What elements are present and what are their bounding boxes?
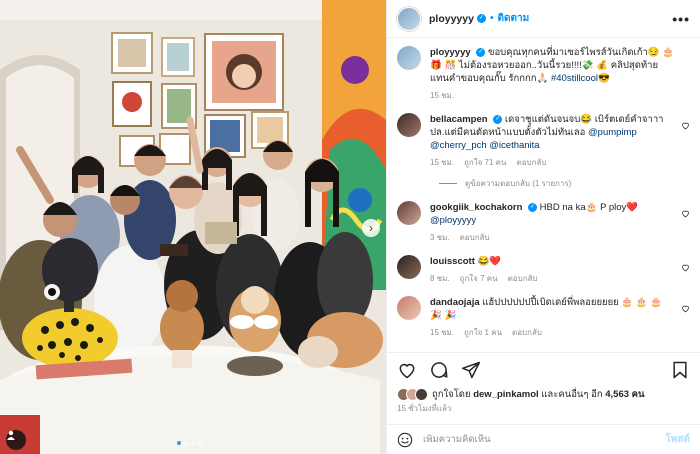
likes-prefix: ถูกใจโดย — [432, 389, 474, 400]
comment-likes[interactable]: ถูกใจ 1 คน — [464, 326, 502, 339]
comment-item: gookgiik_kochakorn ✓ HBD na ka🎂 P ploy❤️… — [397, 201, 690, 244]
comment-item: louisscott 😂❤️ 8 ชม. ถูกใจ 7 คน ตอบกลับ — [397, 255, 690, 285]
chevron-right-icon: › — [369, 221, 373, 235]
comment-likes[interactable]: ถูกใจ 71 คน — [464, 156, 506, 169]
reply-button[interactable]: ตอบกลับ — [508, 272, 538, 285]
add-comment-input[interactable] — [423, 434, 666, 445]
mention-link[interactable]: @cherry_pch — [430, 140, 487, 151]
carousel-dot — [198, 441, 202, 445]
comment-username[interactable]: bellacampen — [430, 114, 488, 125]
avatar[interactable] — [397, 255, 421, 279]
heart-icon[interactable] — [681, 121, 690, 130]
comment-item: bellacampen ✓ เดจาชูแต่ดันจนจบ😂 เบิร์ตเด… — [397, 113, 690, 169]
header-separator: • — [489, 13, 494, 24]
liked-by-user[interactable]: dew_pinkamol — [473, 389, 538, 400]
heart-icon[interactable] — [397, 360, 417, 380]
reply-button[interactable]: ตอบกลับ — [460, 231, 490, 244]
verified-icon: ✓ — [528, 202, 538, 212]
post-comment-button[interactable]: โพสต์ — [665, 432, 690, 447]
hashtag-link[interactable]: #40stillcool — [551, 73, 598, 84]
mention-link[interactable]: @ployyyyy — [430, 215, 476, 226]
comment-time: 15 ชม. — [430, 328, 455, 337]
tagged-users-button[interactable] — [6, 430, 26, 450]
comment-text: HBD na ka🎂 P ploy❤️ — [539, 202, 639, 213]
comment-time: 3 ชม. — [430, 233, 450, 242]
reply-button[interactable]: ตอบกลับ — [517, 156, 547, 169]
avatar — [415, 388, 428, 401]
carousel-dot — [191, 441, 195, 445]
verified-icon: ✓ — [493, 114, 503, 124]
comment-item: dandaojaja แฮ้ปปปปปปปี้เบิดเดย์พี่พลอยยย… — [397, 296, 690, 339]
verified-icon: ✓ — [476, 14, 486, 23]
bookmark-icon[interactable] — [670, 360, 690, 380]
avatar[interactable] — [397, 113, 421, 137]
reply-button[interactable]: ตอบกลับ — [512, 326, 542, 339]
likes-count[interactable]: 4,563 คน — [605, 389, 644, 400]
comment-icon[interactable] — [429, 360, 449, 380]
add-comment-bar: โพสต์ — [387, 424, 700, 454]
caption: ployyyyy ✓ ขอบคุณทุกคนที่มาเซอร์ไพรส์วัน… — [397, 46, 690, 102]
mention-link[interactable]: @pumpimp — [588, 127, 637, 138]
comments-list[interactable]: ployyyyy ✓ ขอบคุณทุกคนที่มาเซอร์ไพรส์วัน… — [387, 38, 700, 352]
post-photo[interactable]: › — [0, 0, 386, 454]
carousel-dot — [177, 441, 181, 445]
carousel-dot — [184, 441, 188, 445]
comment-text: 😂❤️ — [477, 256, 502, 267]
comment-username[interactable]: louisscott — [430, 256, 475, 267]
comment-username[interactable]: dandaojaja — [430, 297, 480, 308]
avatar[interactable] — [397, 6, 421, 31]
follow-button[interactable]: ติดตาม — [497, 11, 529, 26]
share-icon[interactable] — [461, 360, 481, 380]
view-replies-label: ดูข้อความตอบกลับ (1 รายการ) — [465, 179, 572, 188]
author-username[interactable]: ployyyyy — [429, 13, 474, 25]
mention-link[interactable]: @icethanita — [489, 140, 539, 151]
divider — [439, 183, 457, 184]
post-time-ago: 15 ชั่วโมงที่แล้ว — [397, 404, 452, 413]
heart-icon[interactable] — [681, 304, 690, 313]
post-side-panel: ployyyyy ✓ • ติดตาม ••• ployyyyy ✓ ขอบคุ… — [386, 0, 700, 454]
more-options-icon[interactable]: ••• — [672, 11, 690, 27]
comment-likes[interactable]: ถูกใจ 7 คน — [460, 272, 498, 285]
comment-time: 15 ชม. — [430, 158, 455, 167]
likes-summary: ถูกใจโดย dew_pinkamol และคนอื่นๆ อีก 4,5… — [397, 387, 690, 402]
avatar[interactable] — [397, 201, 421, 225]
comment-time: 8 ชม. — [430, 274, 450, 283]
caption-suffix: 😎 — [597, 73, 610, 84]
tagged-user-icon — [7, 430, 15, 440]
comment-username[interactable]: ployyyyy — [430, 47, 471, 58]
avatar[interactable] — [397, 296, 421, 320]
heart-icon[interactable] — [681, 263, 690, 272]
carousel-next-button[interactable]: › — [362, 219, 380, 237]
view-replies-button[interactable]: ดูข้อความตอบกลับ (1 รายการ) — [439, 177, 690, 190]
emoji-icon[interactable] — [397, 432, 413, 448]
verified-icon: ✓ — [476, 47, 486, 57]
carousel-indicator — [177, 441, 202, 445]
post-header: ployyyyy ✓ • ติดตาม ••• — [387, 0, 700, 38]
comment-time: 15 ชม. — [430, 91, 455, 100]
comment-username[interactable]: gookgiik_kochakorn — [430, 202, 522, 213]
likes-middle: และคนอื่นๆ อีก — [538, 389, 606, 400]
group-photo-illustration — [0, 0, 386, 454]
heart-icon[interactable] — [681, 209, 690, 218]
avatar[interactable] — [397, 46, 421, 70]
post-action-bar — [387, 352, 700, 386]
